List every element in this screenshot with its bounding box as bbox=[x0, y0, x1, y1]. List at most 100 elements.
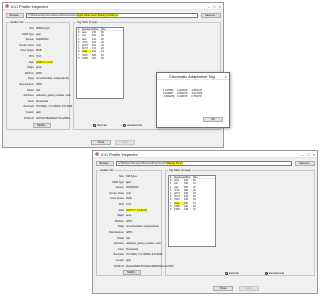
header-field-key: Date bbox=[118, 208, 124, 212]
header-field-row: Magic acsp bbox=[8, 66, 41, 69]
tag-size: 32 bbox=[193, 207, 196, 211]
header-field-row: Profile ID 0xca1d9582cf07d4de7d8dfb9f14ce… bbox=[98, 264, 174, 268]
window-2-titlebar[interactable]: ICC Profile Inspector – □ × bbox=[93, 151, 317, 158]
col-offset[interactable]: Offset bbox=[92, 28, 101, 31]
tag-table[interactable]: # Signature Offset Size 0 desc 264 68 1 cprt 3… bbox=[168, 175, 216, 247]
path-filename: Apple Wide Color Sharing Profile.icc bbox=[76, 14, 119, 17]
header-field-value: RGB bbox=[126, 197, 132, 201]
header-field-key: Size bbox=[29, 27, 34, 30]
header-field-row: PCS XYZ bbox=[98, 203, 131, 206]
tag-offset: 448 bbox=[184, 207, 188, 211]
header-field-row: Manufacturer APPL bbox=[8, 83, 42, 86]
header-field-key: Platform bbox=[114, 219, 124, 223]
header-field-key: Flags bbox=[27, 77, 34, 81]
header-field-row: Device Class mntr bbox=[98, 192, 131, 195]
header-field-value: 0x27bfc7f8a30d4ef77c1ef50be bbox=[36, 116, 71, 120]
maximize-icon[interactable]: □ bbox=[307, 152, 309, 157]
header-field-row: Attributes reflective, glossy, positive, … bbox=[8, 94, 71, 97]
header-field-key: PCS bbox=[28, 55, 34, 58]
col-signature[interactable]: Signature bbox=[174, 176, 184, 179]
header-field-key: Intent bbox=[117, 247, 124, 251]
header-field-key: Illuminant bbox=[113, 253, 124, 257]
header-field-row: Intent Perceptual bbox=[98, 248, 138, 251]
header-field-row: Model 0x0 bbox=[8, 89, 40, 92]
header-field-row: Platform APPL bbox=[98, 219, 133, 223]
header-field-key: Manufacturer bbox=[109, 231, 124, 234]
header-field-value: APPL bbox=[36, 83, 43, 86]
header-field-row: Intent Perceptual bbox=[8, 100, 48, 103]
save-as-button[interactable]: Save As... bbox=[201, 13, 221, 18]
header-field-value: 0x4000000 bbox=[126, 186, 139, 190]
radio-hexadecimal[interactable]: Hexadecimal bbox=[123, 124, 142, 127]
profile-path-field[interactable]: C:\Windows\System32\spool\drivers\color\… bbox=[26, 13, 198, 18]
col-size[interactable]: Size bbox=[193, 176, 203, 179]
dialog-titlebar[interactable]: Chromatic Adaptation Tag × bbox=[157, 73, 229, 80]
window-1-titlebar[interactable]: ICC Profile Inspector – □ × bbox=[3, 3, 223, 10]
header-field-key: Model bbox=[27, 88, 34, 92]
header-field-row: Flags not embedded, independently bbox=[98, 225, 159, 228]
tag-signature: bTRC bbox=[82, 56, 89, 60]
modify-button[interactable]: Modify... bbox=[33, 123, 51, 128]
path-prefix: C:\Windows\System32\spool\drivers\color\ bbox=[118, 162, 167, 165]
dialog-ok-button[interactable]: OK bbox=[203, 117, 223, 122]
header-field-row: Attributes reflective, glossy, positive, … bbox=[98, 242, 161, 245]
header-field-value: appl bbox=[36, 32, 41, 36]
radio-hex-dot bbox=[123, 124, 126, 127]
close-icon[interactable]: × bbox=[313, 152, 315, 157]
header-field-value: appl bbox=[36, 111, 41, 114]
matrix-cell: 0.015076 bbox=[177, 95, 188, 99]
header-info-label: Header Info bbox=[99, 169, 115, 172]
col-size[interactable]: Size bbox=[101, 28, 111, 31]
header-field-value: 35092 bytes bbox=[36, 27, 50, 30]
maximize-icon[interactable]: □ bbox=[213, 4, 215, 9]
help-button[interactable]: Help bbox=[239, 286, 259, 291]
header-field-value: X=0.9642, Y=1.00000, Z=0.8249 bbox=[126, 253, 163, 257]
tag-table-label: Tag Table (9 tags) bbox=[76, 21, 99, 24]
minimize-icon[interactable]: – bbox=[302, 152, 304, 157]
col-offset[interactable]: Offset bbox=[184, 176, 193, 179]
window-2-footer: Close Help bbox=[93, 285, 317, 293]
header-field-key: Platform bbox=[24, 71, 34, 75]
tag-signature: gTRC bbox=[174, 207, 181, 211]
radio-hexadecimal[interactable]: Hexadecimal bbox=[265, 272, 284, 275]
app-icon bbox=[5, 4, 9, 8]
browse-button[interactable]: Browse... bbox=[96, 161, 114, 166]
header-field-value: 0xca1d9582cf07d4de7d8dfb9f14ce4e7900 bbox=[126, 264, 174, 268]
help-button[interactable]: Help bbox=[115, 140, 135, 145]
header-field-row: Size 35092 bytes bbox=[8, 27, 50, 30]
header-field-value: 548 bytes bbox=[126, 175, 137, 178]
tag-table[interactable]: # Signature Offset Size 0 desc 240 92 1 cprt 3… bbox=[76, 27, 124, 99]
col-signature[interactable]: Signature bbox=[82, 28, 92, 31]
tag-row[interactable]: 9 gTRC 448 32 bbox=[169, 208, 215, 211]
header-field-value: 0x0 bbox=[126, 236, 131, 240]
profile-path-field[interactable]: C:\Windows\System32\spool\drivers\color\… bbox=[116, 161, 292, 166]
radio-hex-dot bbox=[265, 272, 268, 275]
header-field-key: Color Space bbox=[20, 49, 34, 53]
header-field-row: Magic acsp bbox=[98, 214, 131, 217]
close-button[interactable]: Close bbox=[213, 286, 233, 291]
header-field-row: Profile ID 0x27bfc7f8a30d4ef77c1ef50be bbox=[8, 116, 71, 120]
close-button[interactable]: Close bbox=[91, 140, 111, 145]
modify-button[interactable]: Modify... bbox=[123, 270, 141, 275]
header-field-key: Creator bbox=[25, 111, 34, 114]
header-field-value: not embedded, independently bbox=[36, 77, 69, 81]
browse-button[interactable]: Browse... bbox=[6, 13, 24, 18]
matrix-cell: -0.009232 bbox=[163, 95, 175, 99]
header-field-row: Date 2018/7/1, 0:0:0 bbox=[8, 60, 53, 64]
minimize-icon[interactable]: – bbox=[208, 4, 210, 9]
header-field-value: APPL bbox=[126, 231, 133, 234]
header-field-row: Size 548 bytes bbox=[98, 175, 137, 178]
radio-decimal[interactable]: Decimal bbox=[225, 272, 238, 275]
dialog-close-icon[interactable]: × bbox=[225, 74, 227, 79]
save-as-button[interactable]: Save As... bbox=[295, 161, 315, 166]
header-field-key: Attributes bbox=[23, 94, 34, 98]
header-field-value: Perceptual bbox=[126, 247, 138, 251]
header-field-value: mntr bbox=[36, 43, 41, 47]
radio-decimal[interactable]: Decimal bbox=[93, 124, 106, 127]
close-icon[interactable]: × bbox=[219, 4, 221, 9]
chromatic-adaptation-dialog: Chromatic Adaptation Tag × 1.047882 0.022… bbox=[156, 72, 230, 128]
header-field-row: Color Space RGB bbox=[98, 197, 131, 200]
tag-row[interactable]: 8 bTRC 536 32 bbox=[77, 57, 123, 60]
header-field-row: PCS XYZ bbox=[8, 55, 41, 58]
header-field-value: acsp bbox=[36, 66, 42, 70]
